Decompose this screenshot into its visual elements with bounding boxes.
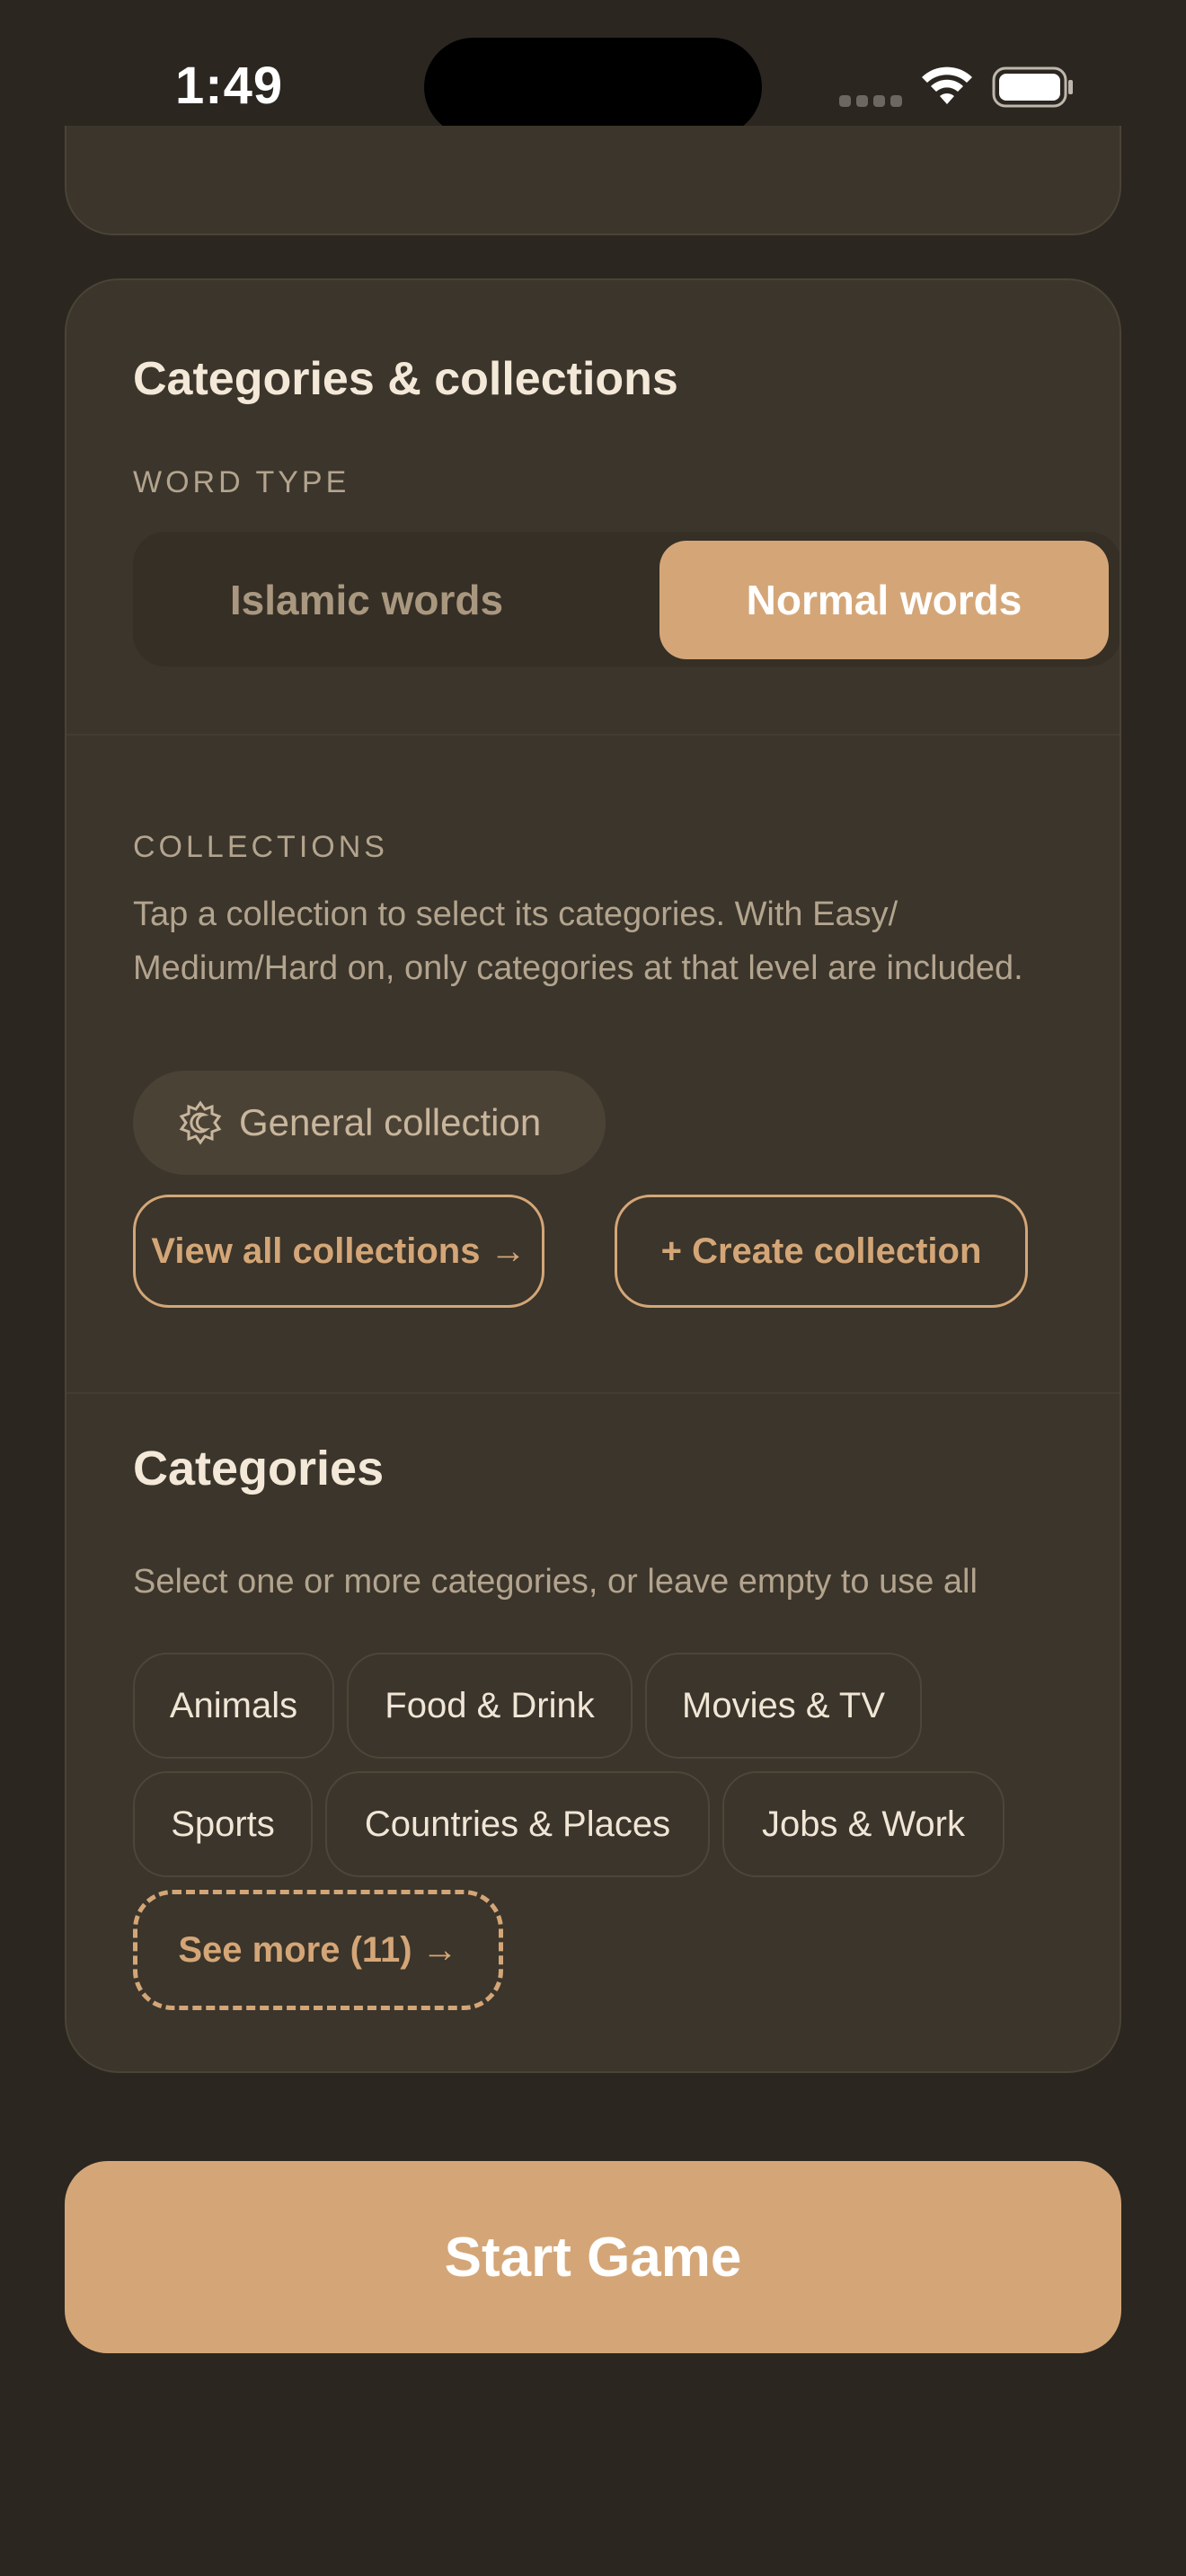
word-type-label: WORD TYPE [133, 465, 350, 499]
category-chip-animals[interactable]: Animals [133, 1653, 334, 1759]
general-collection-label: General collection [239, 1101, 542, 1143]
cellular-signal-icon [839, 95, 902, 107]
category-chip-jobs-work[interactable]: Jobs & Work [722, 1771, 1005, 1877]
section-divider [66, 1392, 1120, 1394]
category-chip-sports[interactable]: Sports [133, 1771, 313, 1877]
sun-moon-icon [179, 1100, 222, 1145]
general-collection-chip[interactable]: General collection [133, 1071, 606, 1175]
word-type-segmented-control: Islamic words Normal words [133, 532, 1120, 666]
see-more-categories-button[interactable]: See more (11) → [133, 1890, 503, 2010]
collections-label: COLLECTIONS [133, 830, 388, 864]
category-chip-movies-tv[interactable]: Movies & TV [645, 1653, 922, 1759]
section-divider [66, 734, 1120, 736]
category-chip-food-drink[interactable]: Food & Drink [347, 1653, 633, 1759]
status-time: 1:49 [175, 57, 284, 115]
create-collection-button[interactable]: + Create collection [615, 1195, 1028, 1308]
categories-description: Select one or more categories, or leave … [133, 1563, 978, 1601]
dynamic-island [424, 38, 762, 137]
category-chip-countries-places[interactable]: Countries & Places [325, 1771, 710, 1877]
collections-description: Tap a collection to select its categorie… [133, 895, 1023, 987]
wifi-icon [922, 66, 972, 104]
view-all-collections-button[interactable]: View all collections → [133, 1195, 544, 1308]
battery-icon [992, 66, 1073, 108]
categories-title: Categories [133, 1442, 385, 1495]
categories-collections-card: Categories & collections WORD TYPE Islam… [65, 278, 1121, 2073]
start-game-button[interactable]: Start Game [65, 2161, 1121, 2353]
previous-card [65, 126, 1121, 235]
segment-normal-words[interactable]: Normal words [659, 541, 1109, 659]
segment-islamic-words[interactable]: Islamic words [133, 541, 600, 659]
card-title: Categories & collections [133, 353, 678, 405]
